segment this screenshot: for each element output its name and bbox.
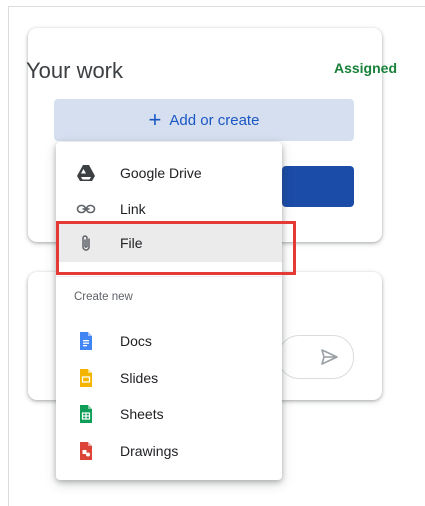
docs-icon xyxy=(80,332,92,350)
comment-send-pill[interactable] xyxy=(278,335,354,379)
add-or-create-label: Add or create xyxy=(169,111,260,129)
drawings-icon xyxy=(80,442,92,460)
menu-item-label: Google Drive xyxy=(120,165,202,181)
mark-as-done-button[interactable] xyxy=(282,166,354,207)
menu-item-docs[interactable]: Docs xyxy=(56,322,282,360)
create-new-heading: Create new xyxy=(74,291,133,303)
menu-item-label: Sheets xyxy=(120,406,164,422)
menu-item-label: Slides xyxy=(120,370,159,386)
add-or-create-button[interactable]: + Add or create xyxy=(54,99,354,141)
menu-divider xyxy=(56,276,282,277)
menu-item-label: Drawings xyxy=(120,443,179,459)
add-or-create-menu: Google Drive Link File Create new Docs S… xyxy=(56,142,282,480)
menu-item-sheets[interactable]: Sheets xyxy=(56,395,282,433)
file-option-highlight xyxy=(56,221,296,275)
menu-item-slides[interactable]: Slides xyxy=(56,359,282,397)
menu-item-google-drive[interactable]: Google Drive xyxy=(56,154,282,192)
send-icon[interactable] xyxy=(319,347,339,367)
menu-item-label: Docs xyxy=(120,333,152,349)
menu-item-label: Link xyxy=(120,201,146,217)
your-work-title: Your work xyxy=(26,58,124,83)
link-icon xyxy=(76,204,96,214)
google-drive-icon xyxy=(77,165,95,181)
slides-icon xyxy=(80,369,92,387)
menu-item-drawings[interactable]: Drawings xyxy=(56,432,282,470)
status-badge: Assigned xyxy=(333,60,397,76)
plus-icon: + xyxy=(148,107,162,132)
sheets-icon xyxy=(80,405,92,423)
